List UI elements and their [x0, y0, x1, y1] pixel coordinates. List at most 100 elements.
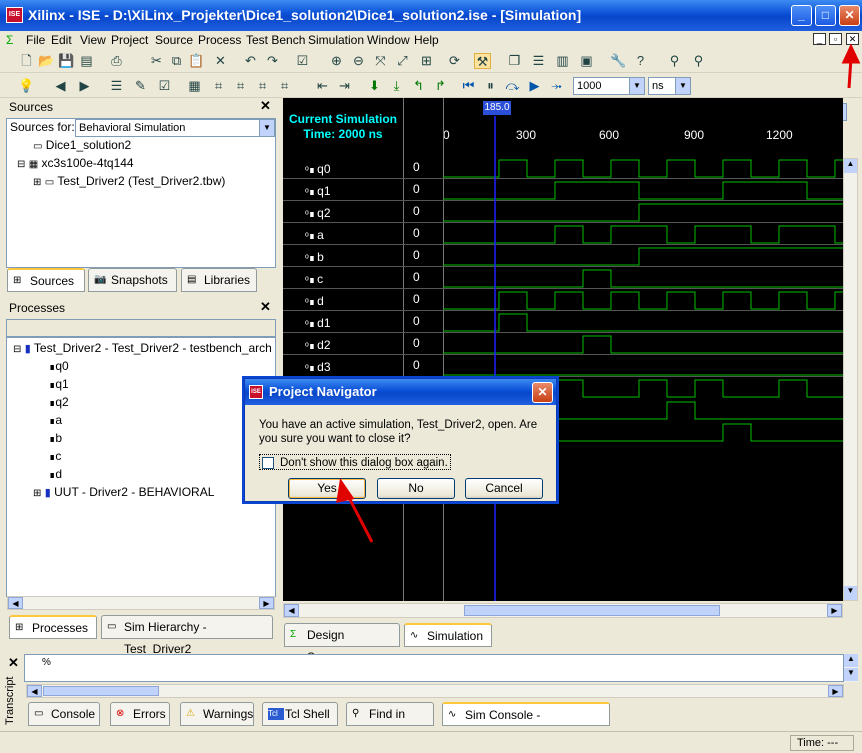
tile-vertical-icon[interactable]: ▥ — [554, 53, 571, 69]
close-transcript-icon[interactable]: ✕ — [8, 655, 19, 671]
zoom-in-icon[interactable]: ⊕ — [328, 53, 345, 69]
step-right-icon[interactable]: ↱ — [432, 78, 449, 94]
scroll-right-icon[interactable]: ▶ — [827, 604, 842, 617]
process-signal[interactable]: ∎a — [49, 413, 62, 427]
expand-icon[interactable]: ⊞ — [33, 488, 41, 499]
menu-project[interactable]: Project — [111, 33, 148, 47]
lightbulb-icon[interactable]: 💡 — [18, 78, 35, 94]
run-all-icon[interactable]: ⤓ — [388, 78, 405, 94]
tab-simulation[interactable]: ∿ Simulation — [404, 623, 492, 647]
net-icon-2[interactable]: ⌗ — [232, 78, 249, 94]
minimize-button[interactable]: _ — [791, 5, 812, 26]
yes-button[interactable]: Yes — [288, 478, 366, 499]
restart-icon[interactable]: ⏮ — [460, 78, 477, 94]
save-all-icon[interactable]: ▤ — [78, 53, 95, 69]
process-signal[interactable]: ∎q1 — [49, 377, 69, 391]
menu-window[interactable]: Window — [367, 33, 410, 47]
collapse-icon[interactable]: ⊟ — [13, 344, 21, 355]
mdi-minimize-icon[interactable]: _ — [813, 33, 826, 45]
menu-test-bench[interactable]: Test Bench — [246, 33, 305, 47]
mdi-restore-icon[interactable]: ▫ — [829, 33, 842, 45]
cascade-icon[interactable]: ❐ — [506, 53, 523, 69]
process-signal[interactable]: ∎q2 — [49, 395, 69, 409]
close-button[interactable]: ✕ — [839, 5, 860, 26]
no-button[interactable]: No — [377, 478, 455, 499]
chevron-down-icon[interactable]: ▼ — [675, 78, 690, 94]
chevron-down-icon[interactable]: ▼ — [259, 120, 274, 136]
help-pointer-icon[interactable]: ? — [632, 53, 649, 69]
new-file-icon[interactable]: 🗋 — [18, 53, 35, 69]
scroll-thumb[interactable] — [43, 686, 159, 696]
hammer-icon[interactable]: ⚒ — [474, 53, 491, 69]
menu-view[interactable]: View — [80, 33, 106, 47]
align-right-icon[interactable]: ⇥ — [336, 78, 353, 94]
tab-warnings[interactable]: ⚠ Warnings — [180, 702, 254, 726]
dont-show-checkbox[interactable] — [262, 457, 274, 469]
scroll-left-icon[interactable]: ◀ — [27, 685, 42, 697]
menu-file[interactable]: File — [26, 33, 45, 47]
process-signal[interactable]: ∎d — [49, 467, 62, 481]
net-icon-1[interactable]: ⌗ — [210, 78, 227, 94]
tab-snapshots[interactable]: 📷 Snapshots — [88, 268, 177, 292]
tab-tcl-shell[interactable]: Tcl Tcl Shell — [262, 702, 338, 726]
wrench-icon[interactable]: 🔧 — [610, 53, 627, 69]
collapse-icon[interactable]: ⊟ — [17, 159, 25, 170]
tab-processes[interactable]: ⊞ Processes — [9, 615, 97, 639]
zoom-full-icon[interactable]: ⤢ — [394, 53, 411, 69]
waveform-vscrollbar[interactable]: ▲ ▼ — [843, 158, 858, 601]
open-folder-icon[interactable]: 📂 — [38, 53, 55, 69]
net-icon-4[interactable]: ⌗ — [276, 78, 293, 94]
paste-icon[interactable]: 📋 — [188, 53, 205, 69]
dont-show-checkbox-row[interactable]: Don't show this dialog box again. — [259, 454, 451, 470]
ise-app-icon[interactable]: ISE — [6, 7, 23, 23]
cut-icon[interactable]: ✂ — [148, 53, 165, 69]
copy-icon[interactable]: ⧉ — [168, 53, 185, 69]
tree-item-device[interactable]: ⊟ ▦ xc3s100e-4tq144 — [17, 156, 134, 170]
print-icon[interactable]: ⎙ — [108, 53, 125, 69]
scroll-down-icon[interactable]: ▼ — [844, 586, 857, 600]
dialog-close-button[interactable]: ✕ — [532, 382, 553, 403]
cancel-button[interactable]: Cancel — [465, 478, 543, 499]
doc-check-icon[interactable]: ☑ — [156, 78, 173, 94]
forward-icon[interactable]: ▶ — [76, 78, 93, 94]
transcript-hscrollbar[interactable]: ◀ ▶ — [26, 684, 844, 698]
chevron-down-icon[interactable]: ▼ — [629, 78, 644, 94]
scroll-up-icon[interactable]: ▲ — [844, 654, 858, 667]
tab-sim-hierarchy[interactable]: ▭ Sim Hierarchy - Test_Driver2 — [101, 615, 273, 656]
tab-find-in-files[interactable]: ⚲ Find in Files — [346, 702, 434, 743]
scroll-left-icon[interactable]: ◀ — [284, 604, 299, 617]
scroll-down-icon[interactable]: ▼ — [844, 668, 858, 681]
run-for-icon[interactable]: ⤞ — [548, 78, 565, 94]
mdi-close-icon[interactable]: ✕ — [846, 33, 859, 45]
run-down-icon[interactable]: ⬇ — [366, 78, 383, 94]
refresh-icon[interactable]: ⟳ — [446, 53, 463, 69]
menu-process[interactable]: Process — [198, 33, 241, 47]
maximize-button[interactable]: □ — [815, 5, 836, 26]
zoom-fit-icon[interactable]: ⤧ — [372, 53, 389, 69]
step-icon[interactable]: ⤼ — [504, 78, 521, 94]
check-icon[interactable]: ☑ — [294, 53, 311, 69]
redo-icon[interactable]: ↷ — [264, 53, 281, 69]
scroll-right-icon[interactable]: ▶ — [259, 597, 274, 609]
menu-simulation[interactable]: Simulation — [308, 33, 364, 47]
step-up-icon[interactable]: ↰ — [410, 78, 427, 94]
zoom-out-icon[interactable]: ⊖ — [350, 53, 367, 69]
menu-help[interactable]: Help — [414, 33, 439, 47]
scroll-right-icon[interactable]: ▶ — [828, 685, 843, 697]
scroll-thumb[interactable] — [464, 605, 720, 616]
scroll-up-icon[interactable]: ▲ — [844, 159, 857, 173]
processes-hscrollbar[interactable]: ◀ ▶ — [7, 596, 275, 610]
tab-design-summary[interactable]: Σ Design Summary — [284, 623, 400, 664]
process-signal[interactable]: ∎c — [49, 449, 61, 463]
transcript-console[interactable]: % — [24, 654, 844, 682]
transcript-vscrollbar[interactable]: ▲ ▼ — [844, 654, 858, 682]
process-signal[interactable]: ∎q0 — [49, 359, 69, 373]
save-icon[interactable]: 💾 — [58, 53, 75, 69]
process-root[interactable]: ⊟ ▮ Test_Driver2 - Test_Driver2 - testbe… — [13, 341, 272, 355]
tab-sim-console[interactable]: ∿ Sim Console - Test_Driver2 — [442, 702, 610, 744]
play-icon[interactable]: ▶ — [526, 78, 543, 94]
tab-console[interactable]: ▭ Console — [28, 702, 100, 726]
expand-icon[interactable]: ⊞ — [33, 177, 41, 188]
sim-unit-combo[interactable]: ns ▼ — [648, 77, 691, 95]
process-uut[interactable]: ⊞ ▮ UUT - Driver2 - BEHAVIORAL — [33, 485, 214, 499]
